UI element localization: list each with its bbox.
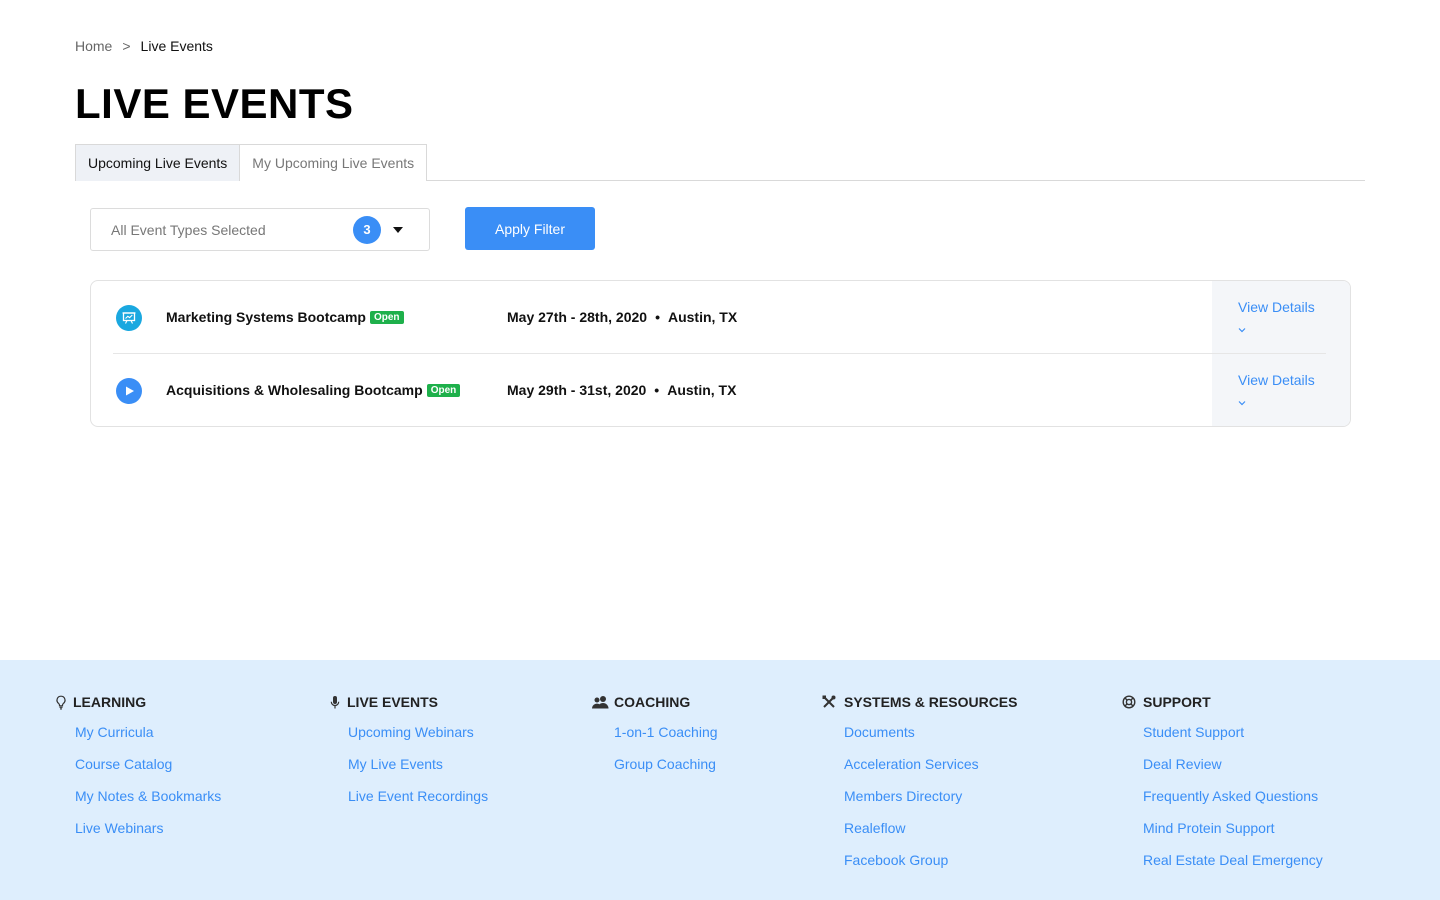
microphone-icon <box>327 694 343 710</box>
chevron-down-icon[interactable] <box>1238 394 1246 406</box>
breadcrumb: Home > Live Events <box>75 38 213 54</box>
footer-heading-label: LEARNING <box>73 694 147 710</box>
footer-link-mind-protein-support[interactable]: Mind Protein Support <box>1143 818 1323 850</box>
footer-link-upcoming-webinars[interactable]: Upcoming Webinars <box>348 722 488 754</box>
footer-heading-label: COACHING <box>614 694 691 710</box>
footer-column-live-events: LIVE EVENTS Upcoming Webinars My Live Ev… <box>327 692 488 818</box>
footer-link-deal-review[interactable]: Deal Review <box>1143 754 1323 786</box>
breadcrumb-separator: > <box>122 38 131 54</box>
footer-links: Upcoming Webinars My Live Events Live Ev… <box>348 722 488 818</box>
footer-heading-label: LIVE EVENTS <box>347 694 439 710</box>
site-footer: LEARNING My Curricula Course Catalog My … <box>0 660 1440 900</box>
event-name[interactable]: Marketing Systems Bootcamp Open <box>166 309 404 325</box>
footer-link-acceleration-services[interactable]: Acceleration Services <box>844 754 1017 786</box>
event-row: Marketing Systems Bootcamp Open May 27th… <box>91 281 1350 354</box>
footer-link-notes-bookmarks[interactable]: My Notes & Bookmarks <box>75 786 221 818</box>
breadcrumb-home-link[interactable]: Home <box>75 38 112 54</box>
page-title: LIVE EVENTS <box>75 80 354 127</box>
footer-heading-label: SUPPORT <box>1143 694 1211 710</box>
event-dates: May 27th - 28th, 2020 <box>507 309 648 325</box>
event-date-location: May 27th - 28th, 2020 • Austin, TX <box>507 309 737 325</box>
event-title: Marketing Systems Bootcamp <box>166 309 366 325</box>
footer-heading-live-events: LIVE EVENTS <box>327 692 488 712</box>
event-location: Austin, TX <box>667 309 738 325</box>
footer-heading-label: SYSTEMS & RESOURCES <box>844 694 1018 710</box>
footer-link-faq[interactable]: Frequently Asked Questions <box>1143 786 1323 818</box>
footer-link-facebook-group[interactable]: Facebook Group <box>844 850 1017 882</box>
footer-column-systems-resources: SYSTEMS & RESOURCES Documents Accelerati… <box>821 692 1017 882</box>
bullet-separator: • <box>654 382 660 398</box>
event-row: Acquisitions & Wholesaling Bootcamp Open… <box>91 354 1350 426</box>
event-title: Acquisitions & Wholesaling Bootcamp <box>166 382 423 398</box>
footer-link-live-event-recordings[interactable]: Live Event Recordings <box>348 786 488 818</box>
tools-icon <box>821 694 837 710</box>
details-panel: View Details <box>1212 281 1350 354</box>
footer-link-realeflow[interactable]: Realeflow <box>844 818 1017 850</box>
footer-link-course-catalog[interactable]: Course Catalog <box>75 754 221 786</box>
footer-column-learning: LEARNING My Curricula Course Catalog My … <box>53 692 221 850</box>
event-type-filter-label: All Event Types Selected <box>111 221 266 238</box>
chevron-down-icon[interactable] <box>1238 321 1246 333</box>
bullet-separator: • <box>655 309 660 325</box>
footer-link-my-live-events[interactable]: My Live Events <box>348 754 488 786</box>
breadcrumb-current: Live Events <box>140 38 213 54</box>
footer-links: Student Support Deal Review Frequently A… <box>1143 722 1323 882</box>
footer-link-live-webinars[interactable]: Live Webinars <box>75 818 221 850</box>
event-location: Austin, TX <box>667 382 737 398</box>
play-icon <box>116 378 142 404</box>
footer-link-one-on-one-coaching[interactable]: 1-on-1 Coaching <box>614 722 718 754</box>
view-details-link[interactable]: View Details <box>1238 299 1315 315</box>
events-list: Marketing Systems Bootcamp Open May 27th… <box>90 280 1351 427</box>
event-type-filter-select[interactable]: All Event Types Selected 3 <box>90 208 430 251</box>
footer-link-members-directory[interactable]: Members Directory <box>844 786 1017 818</box>
footer-link-real-estate-deal-emergency[interactable]: Real Estate Deal Emergency <box>1143 850 1323 882</box>
footer-heading-learning: LEARNING <box>53 692 221 712</box>
status-badge: Open <box>426 383 461 397</box>
event-tabs: Upcoming Live Events My Upcoming Live Ev… <box>75 144 1365 181</box>
footer-column-support: SUPPORT Student Support Deal Review Freq… <box>1121 692 1323 882</box>
selected-count-badge: 3 <box>353 215 381 244</box>
event-dates: May 29th - 31st, 2020 <box>507 382 647 398</box>
event-name[interactable]: Acquisitions & Wholesaling Bootcamp Open <box>166 382 461 398</box>
footer-link-my-curricula[interactable]: My Curricula <box>75 722 221 754</box>
users-icon <box>590 694 610 710</box>
footer-links: 1-on-1 Coaching Group Coaching <box>614 722 718 786</box>
apply-filter-button[interactable]: Apply Filter <box>465 207 595 250</box>
status-badge: Open <box>369 310 404 324</box>
tab-my-upcoming-live-events[interactable]: My Upcoming Live Events <box>240 144 428 181</box>
footer-link-documents[interactable]: Documents <box>844 722 1017 754</box>
footer-heading-coaching: COACHING <box>590 692 718 712</box>
presentation-icon <box>116 305 142 331</box>
footer-links: Documents Acceleration Services Members … <box>844 722 1017 882</box>
view-details-link[interactable]: View Details <box>1238 372 1315 388</box>
caret-down-icon <box>393 226 403 233</box>
event-date-location: May 29th - 31st, 2020 • Austin, TX <box>507 382 736 398</box>
footer-link-student-support[interactable]: Student Support <box>1143 722 1323 754</box>
footer-heading-systems-resources: SYSTEMS & RESOURCES <box>821 692 1017 712</box>
footer-link-group-coaching[interactable]: Group Coaching <box>614 754 718 786</box>
details-panel: View Details <box>1212 354 1350 426</box>
lightbulb-icon <box>53 694 69 710</box>
footer-heading-support: SUPPORT <box>1121 692 1323 712</box>
footer-links: My Curricula Course Catalog My Notes & B… <box>75 722 221 850</box>
tab-upcoming-live-events[interactable]: Upcoming Live Events <box>75 144 241 181</box>
lifebuoy-icon <box>1121 694 1137 710</box>
footer-column-coaching: COACHING 1-on-1 Coaching Group Coaching <box>590 692 718 786</box>
